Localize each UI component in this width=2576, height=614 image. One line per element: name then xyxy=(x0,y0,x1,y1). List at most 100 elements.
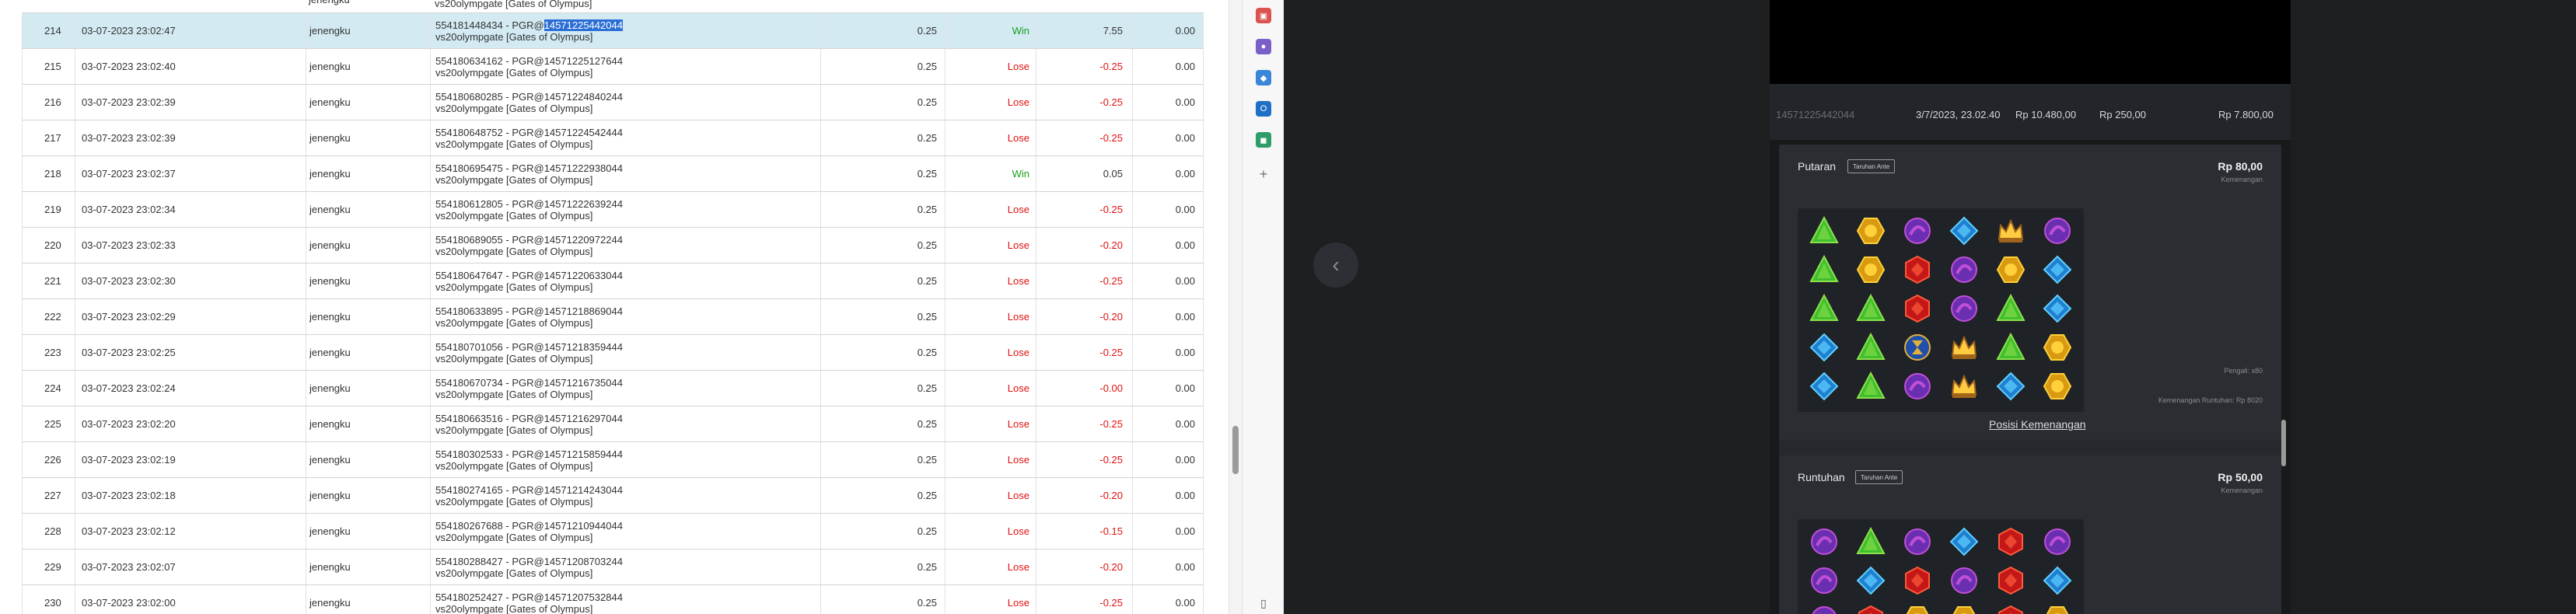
ref-number: 14571215859444 xyxy=(544,448,623,460)
row-user: jenengku xyxy=(306,49,430,84)
row-date: 03-07-2023 23:02:19 xyxy=(75,442,306,477)
transaction-id: 554180680285 xyxy=(435,90,503,103)
viewer-scrollbar[interactable] xyxy=(2281,420,2286,466)
row-transaction-id: 554180634162 - PGR@14571225127644 xyxy=(435,54,623,67)
row-user: jenengku xyxy=(306,156,430,191)
gold-gem-icon xyxy=(1903,605,1932,614)
table-row[interactable]: 222 03-07-2023 23:02:29 jenengku 5541806… xyxy=(22,299,1204,335)
table-row[interactable]: 218 03-07-2023 23:02:37 jenengku 5541806… xyxy=(22,156,1204,192)
ref-prefix: PGR@ xyxy=(512,483,544,496)
row-transaction-id: 554180288427 - PGR@14571208703244 xyxy=(435,555,623,567)
row-number: 215 xyxy=(22,49,75,84)
row-bet: 0.25 xyxy=(820,406,945,441)
table-row[interactable]: 228 03-07-2023 23:02:12 jenengku 5541802… xyxy=(22,514,1204,549)
spin-card: Putaran Taruhan Ante Rp 80,00 Kemenangan… xyxy=(1779,145,2281,440)
transaction-id: 554180252427 xyxy=(435,591,503,603)
table-row[interactable]: 221 03-07-2023 23:02:30 jenengku 5541806… xyxy=(22,263,1204,299)
blue-gem-icon xyxy=(1809,333,1839,362)
blue-gem-icon xyxy=(2043,566,2072,595)
row-bet: 0.25 xyxy=(820,156,945,191)
table-row[interactable]: 224 03-07-2023 23:02:24 jenengku 5541806… xyxy=(22,371,1204,406)
ref-number: 14571222639244 xyxy=(544,197,623,210)
green-gem-icon xyxy=(1856,333,1886,362)
ref-number: 14571224840244 xyxy=(544,90,623,103)
hourglass-gem-icon xyxy=(1903,333,1932,362)
round-summary-bar: 14571225442044 3/7/2023, 23.02.40 Rp 10.… xyxy=(1770,84,2291,140)
multiplier-text: Pengali: x80 xyxy=(2224,367,2263,375)
ref-number: 14571207532844 xyxy=(544,591,623,603)
ref-number: 14571216297044 xyxy=(544,412,623,424)
row-game: vs20olympgate [Gates of Olympus] xyxy=(435,352,593,365)
row-date: 03-07-2023 23:02:29 xyxy=(75,299,306,334)
scrollbar[interactable] xyxy=(1229,0,1242,614)
row-date: 03-07-2023 23:02:33 xyxy=(75,228,306,263)
ref-prefix: PGR@ xyxy=(512,340,544,353)
add-icon[interactable]: + xyxy=(1256,166,1271,182)
row-result: Lose xyxy=(945,371,1036,406)
table-row[interactable]: 215 03-07-2023 23:02:40 jenengku 5541806… xyxy=(22,49,1204,85)
gift-icon[interactable]: ▣ xyxy=(1256,8,1271,23)
row-amount: -0.15 xyxy=(1036,514,1132,549)
ref-number: 14571218869044 xyxy=(544,305,623,317)
row-user: jenengku xyxy=(306,299,430,334)
blue-gem-icon xyxy=(1996,372,2025,401)
outlook-icon[interactable]: O xyxy=(1256,101,1271,117)
gold-gem-icon xyxy=(1856,255,1886,284)
profile-badge-icon[interactable]: ● xyxy=(1256,39,1271,54)
row-user: jenengku xyxy=(306,585,430,614)
table-row[interactable]: 227 03-07-2023 23:02:18 jenengku 5541802… xyxy=(22,478,1204,514)
table-row[interactable]: 230 03-07-2023 23:02:00 jenengku 5541802… xyxy=(22,585,1204,614)
transaction-id: 554180695475 xyxy=(435,162,503,174)
row-date: 03-07-2023 23:02:37 xyxy=(75,156,306,191)
table-row[interactable]: 216 03-07-2023 23:02:39 jenengku 5541806… xyxy=(22,85,1204,120)
row-balance: 0.00 xyxy=(1132,263,1204,298)
table-row[interactable]: 220 03-07-2023 23:02:33 jenengku 5541806… xyxy=(22,228,1204,263)
row-bet: 0.25 xyxy=(820,478,945,513)
table-row[interactable]: 217 03-07-2023 23:02:39 jenengku 5541806… xyxy=(22,120,1204,156)
purple-gem-icon xyxy=(1809,566,1839,595)
table-row[interactable]: 225 03-07-2023 23:02:20 jenengku 5541806… xyxy=(22,406,1204,442)
row-amount: 0.05 xyxy=(1036,156,1132,191)
row-number: 227 xyxy=(22,478,75,513)
red-gem-icon xyxy=(1903,566,1932,595)
purple-gem-icon xyxy=(1903,527,1932,556)
row-description: 554180252427 - PGR@14571207532844 vs20ol… xyxy=(430,585,820,614)
purple-gem-icon xyxy=(1903,372,1932,401)
row-result: Lose xyxy=(945,49,1036,84)
red-gem-icon xyxy=(1856,605,1886,614)
row-game: vs20olympgate [Gates of Olympus] xyxy=(435,602,593,614)
ref-prefix: PGR@ xyxy=(512,90,544,103)
row-number: 220 xyxy=(22,228,75,263)
crown-gem-icon xyxy=(1949,333,1979,362)
row-amount: -0.25 xyxy=(1036,335,1132,370)
extension-icon[interactable]: ◆ xyxy=(1256,70,1271,85)
row-bet: 0.25 xyxy=(820,13,945,48)
scrollbar-thumb[interactable] xyxy=(1232,426,1239,474)
row-balance: 0.00 xyxy=(1132,13,1204,48)
row-description: 554180701056 - PGR@14571218359444 vs20ol… xyxy=(430,335,820,370)
row-amount: -0.20 xyxy=(1036,478,1132,513)
row-number: 214 xyxy=(22,13,75,48)
ref-prefix: PGR@ xyxy=(512,126,544,138)
row-description: 554180274165 - PGR@14571214243044 vs20ol… xyxy=(430,478,820,513)
table-row[interactable]: 214 03-07-2023 23:02:47 jenengku 5541814… xyxy=(22,13,1204,49)
previous-arrow-icon[interactable]: ‹ xyxy=(1313,242,1358,288)
row-balance: 0.00 xyxy=(1132,585,1204,614)
ref-prefix: PGR@ xyxy=(512,448,544,460)
row-transaction-id: 554180267688 - PGR@14571210944044 xyxy=(435,519,623,532)
ref-number: 14571222938044 xyxy=(544,162,623,174)
row-user: jenengku xyxy=(306,0,433,5)
table-row[interactable]: 219 03-07-2023 23:02:34 jenengku 5541806… xyxy=(22,192,1204,228)
transaction-id: 554180701056 xyxy=(435,340,503,353)
table-row[interactable]: 223 03-07-2023 23:02:25 jenengku 5541807… xyxy=(22,335,1204,371)
table-row[interactable]: 226 03-07-2023 23:02:19 jenengku 5541803… xyxy=(22,442,1204,478)
row-game: vs20olympgate [Gates of Olympus] xyxy=(435,459,593,472)
row-user: jenengku xyxy=(306,120,430,155)
crown-gem-icon xyxy=(1996,216,2025,246)
winning-positions-link[interactable]: Posisi Kemenangan xyxy=(1989,418,2086,431)
sidebar-toggle-icon[interactable]: ▯ xyxy=(1256,595,1271,611)
shopping-cart-icon[interactable]: ◼ xyxy=(1256,132,1271,148)
ref-number: 14571220972244 xyxy=(544,233,623,246)
row-amount: -0.25 xyxy=(1036,442,1132,477)
table-row[interactable]: 229 03-07-2023 23:02:07 jenengku 5541802… xyxy=(22,549,1204,585)
